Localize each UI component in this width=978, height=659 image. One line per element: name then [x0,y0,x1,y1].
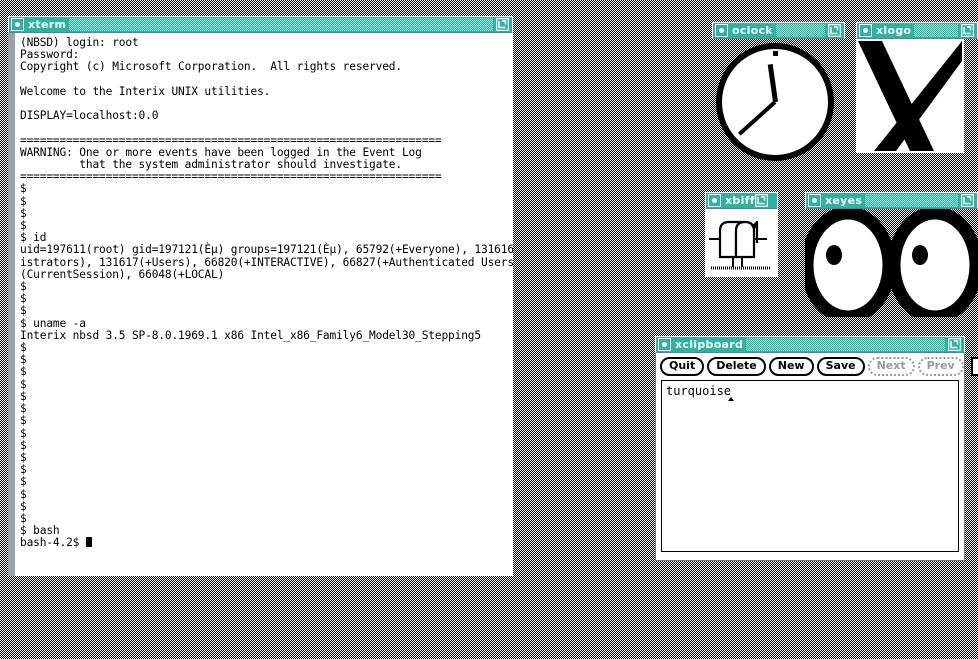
window-menu-icon[interactable] [708,194,721,207]
iconify-icon[interactable] [496,18,509,31]
new-button[interactable]: New [768,357,814,376]
xeyes-title-label: xeyes [825,194,863,207]
quit-button[interactable]: Quit [660,357,705,376]
iconify-icon[interactable] [948,338,961,351]
titlebar-stipple [914,24,958,37]
x11-desktop-root: xterm (NBSD) login: root Password: Copyr… [0,0,978,659]
xlogo-titlebar[interactable]: xlogo [856,22,978,39]
xterm-body: (NBSD) login: root Password: Copyright (… [8,33,513,576]
x-logo-icon [856,39,964,153]
window-menu-icon[interactable] [808,194,821,207]
xeyes-titlebar[interactable]: xeyes [805,192,978,209]
window-xbiff[interactable]: xbiff [705,192,778,277]
clipboard-index: 1 [970,357,978,376]
iconify-icon[interactable] [754,194,768,207]
xlogo-title-label: xlogo [876,24,912,37]
prev-button: Prev [917,357,964,376]
xlogo-body [856,39,964,153]
xterm-text-content: (NBSD) login: root Password: Copyright (… [20,36,513,550]
window-menu-icon[interactable] [715,24,728,37]
xclipboard-title-label: xclipboard [675,338,744,351]
window-menu-icon[interactable] [859,24,872,37]
clock-top-pip [773,51,778,56]
oclock-titlebar[interactable]: oclock [712,22,845,39]
window-menu-icon[interactable] [11,18,24,31]
titlebar-stipple [865,194,958,207]
window-xlogo[interactable]: xlogo [856,22,978,168]
mailbox-icon [705,209,778,277]
window-xclipboard[interactable]: xclipboard QuitDeleteNewSaveNextPrev 1 tu… [655,336,978,561]
xeyes-body [800,206,978,324]
xbiff-body [705,209,778,277]
iconify-icon[interactable] [961,24,974,37]
xterm-scrollbar[interactable] [8,33,16,576]
window-xterm[interactable]: xterm (NBSD) login: root Password: Copyr… [8,16,513,576]
delete-button[interactable]: Delete [707,357,766,376]
window-xeyes[interactable]: xeyes [800,192,978,324]
window-menu-icon[interactable] [658,338,671,351]
xclipboard-text-area[interactable]: turquoise [661,380,959,552]
iconify-icon[interactable] [961,194,974,207]
eyes-icon [800,206,978,324]
next-button: Next [867,357,915,376]
xterm-titlebar[interactable]: xterm [8,16,513,33]
oclock-body [712,39,845,168]
xclipboard-body: QuitDeleteNewSaveNextPrev 1 turquoise [655,353,978,561]
xterm-title-label: xterm [28,18,67,31]
xbiff-titlebar[interactable]: xbiff [705,192,778,209]
save-button[interactable]: Save [816,357,865,376]
oclock-title-label: oclock [732,24,774,37]
iconify-icon[interactable] [828,24,841,37]
titlebar-stipple [746,338,945,351]
window-oclock[interactable]: oclock [712,22,845,168]
titlebar-stipple [776,24,825,37]
xbiff-title-label: xbiff [725,194,755,207]
xterm-output[interactable]: (NBSD) login: root Password: Copyright (… [16,33,513,576]
terminal-cursor [85,537,92,548]
xclipboard-button-bar: QuitDeleteNewSaveNextPrev 1 [656,353,978,378]
titlebar-stipple [69,18,493,31]
xclipboard-titlebar[interactable]: xclipboard [655,336,965,353]
xclipboard-text-value: turquoise [666,384,732,398]
